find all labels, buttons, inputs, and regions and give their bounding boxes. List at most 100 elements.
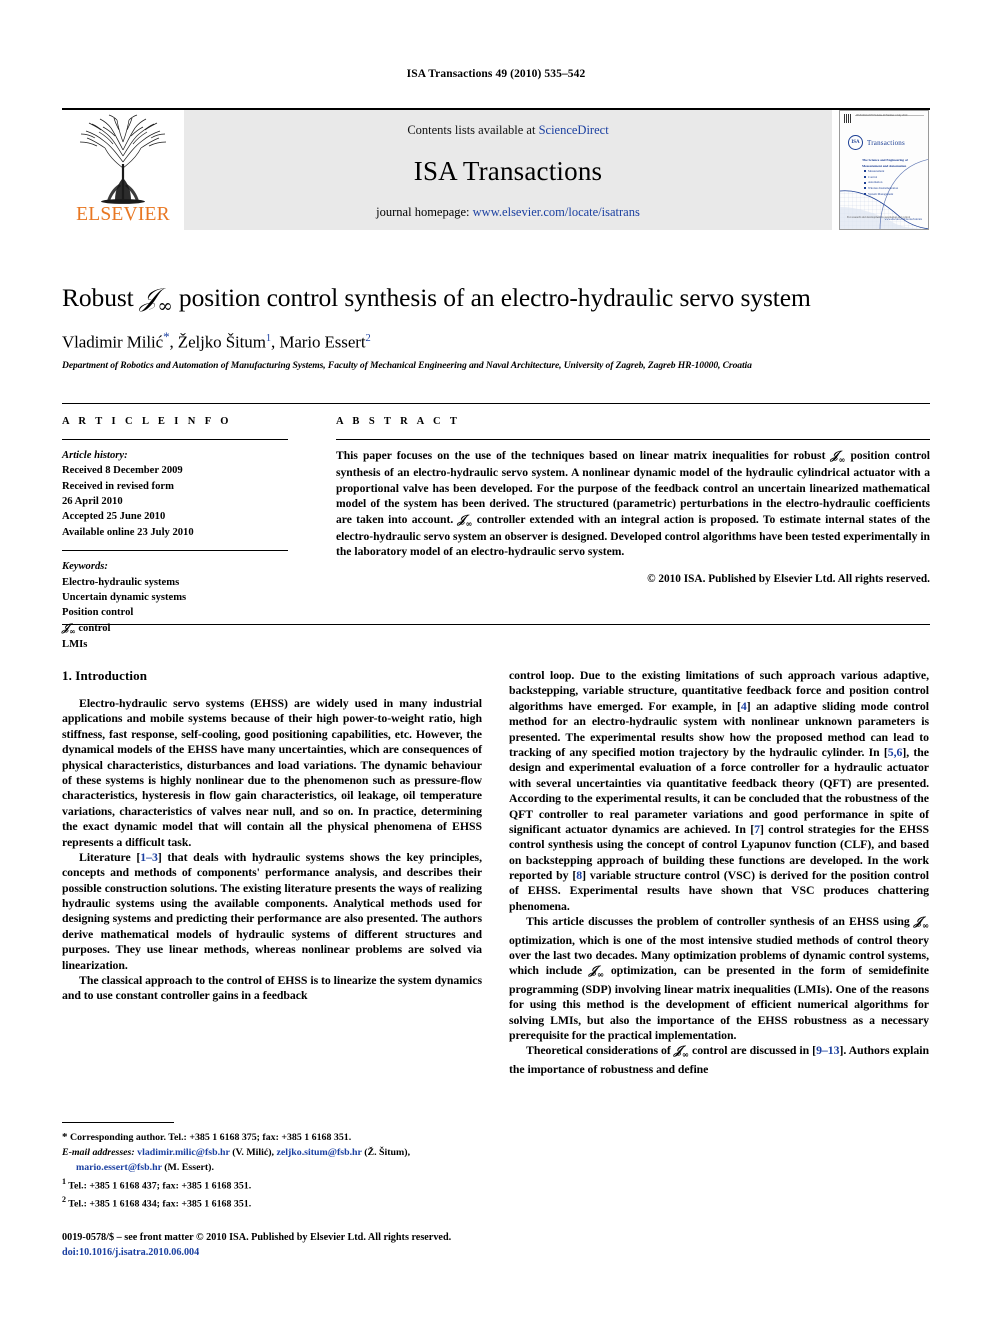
cover-subtitle: The Science and Engineering of Measureme… (862, 158, 908, 168)
citation-ref: 8 (576, 868, 583, 883)
author-mark-3[interactable]: 2 (365, 333, 370, 344)
para-part-a: This article discusses the problem of co… (526, 914, 914, 929)
keywords-block: Keywords: Electro-hydraulic systems Unce… (62, 550, 288, 652)
keyword-item: Uncertain dynamic systems (62, 591, 187, 603)
para-part-a: Theoretical considerations of (526, 1043, 674, 1058)
cover-header-text: ISSN 0019-0578 Volume 49 Number 4 July 2… (856, 114, 908, 117)
keyword-item: LMIs (62, 638, 88, 650)
article-history-item: Received 8 December 2009 (62, 465, 183, 477)
citation-ref: 7 (754, 821, 760, 836)
imprint-block: 0019-0578/$ – see front matter © 2010 IS… (62, 1231, 582, 1261)
isa-logo-icon: ISA (848, 135, 863, 150)
citation-ref: 1–3 (140, 849, 158, 864)
doi-link[interactable]: doi:10.1016/j.isatra.2010.06.004 (62, 1246, 582, 1261)
divider (62, 439, 288, 440)
author-mark-1[interactable]: * (163, 329, 170, 344)
author-name-1: Vladimir Milić (62, 332, 164, 352)
elsevier-tree-icon (79, 114, 167, 204)
keyword-item-h-infinity: 𝒥∞ control (62, 621, 111, 636)
author-name-2: Željko Šitum (177, 332, 266, 352)
body-column-left: 1. Introduction Electro-hydraulic servo … (62, 668, 482, 1077)
email-owner: (M. Essert) (164, 1161, 212, 1173)
barcode-icon (844, 114, 852, 123)
email-label: E-mail addresses: (62, 1146, 135, 1158)
intro-paragraph: Theoretical considerations of 𝒥∞ control… (509, 1043, 929, 1076)
intro-paragraph: The classical approach to the control of… (62, 973, 482, 1003)
footnote-note-1: 1 Tel.: +385 1 6168 437; fax: +385 1 616… (62, 1176, 482, 1194)
contents-prefix: Contents lists available at (407, 123, 539, 137)
intro-paragraph: This article discusses the problem of co… (509, 914, 929, 1043)
footnote-corresponding-author: * Corresponding author. Tel.: +385 1 616… (62, 1129, 482, 1146)
sciencedirect-link[interactable]: ScienceDirect (539, 123, 609, 137)
elsevier-wordmark: ELSEVIER (76, 204, 170, 225)
author-name-3: Mario Essert (279, 332, 366, 352)
citation-ref: 5,6 (887, 744, 903, 759)
contents-list-line: Contents lists available at ScienceDirec… (407, 123, 608, 138)
citation-ref: 9–13 (816, 1043, 840, 1058)
abstract-copyright: © 2010 ISA. Published by Elsevier Ltd. A… (647, 572, 930, 585)
journal-homepage-link[interactable]: www.elsevier.com/locate/isatrans (473, 205, 640, 219)
divider (336, 439, 930, 440)
footnotes-block: * Corresponding author. Tel.: +385 1 616… (62, 1122, 482, 1212)
keyword-item: Electro-hydraulic systems (62, 576, 180, 588)
masthead-right: ISSN 0019-0578 Volume 49 Number 4 July 2… (832, 110, 930, 230)
intro-paragraph: Electro-hydraulic servo systems (EHSS) a… (62, 696, 482, 849)
article-info-column: A R T I C L E I N F O Article history: R… (62, 404, 310, 650)
cover-footer-url: www.elsevier.com/locate/isatrans (884, 218, 922, 221)
footnote-emails: E-mail addresses: vladimir.milic@fsb.hr … (62, 1146, 411, 1173)
abstract-heading: A B S T R A C T (336, 416, 461, 427)
article-history-item: Received in revised form (62, 480, 174, 492)
author-list: Vladimir Milić*, Željko Šitum1, Mario Es… (62, 329, 371, 352)
author-mark-2[interactable]: 1 (266, 333, 271, 344)
intro-paragraph-continued: control loop. Due to the existing limita… (509, 668, 929, 913)
article-history-item: 26 April 2010 (62, 496, 123, 508)
footnote-mark-2: 2 (62, 1194, 66, 1204)
divider (62, 550, 288, 552)
keywords-label: Keywords: (62, 561, 108, 573)
body-column-right: control loop. Due to the existing limita… (509, 668, 929, 1077)
footnote-note-1-text: Tel.: +385 1 6168 437; fax: +385 1 6168 … (68, 1179, 252, 1191)
footnote-divider (62, 1122, 174, 1123)
article-history-item: Available online 23 July 2010 (62, 526, 194, 538)
section-heading-introduction: 1. Introduction (62, 668, 148, 683)
homepage-prefix: journal homepage: (376, 205, 473, 219)
journal-title: ISA Transactions (413, 156, 603, 186)
imprint-line: 0019-0578/$ – see front matter © 2010 IS… (62, 1232, 452, 1243)
email-owner: (Ž. Šitum) (364, 1146, 408, 1158)
citation-ref: 4 (740, 698, 747, 713)
email-owner: (V. Milić) (232, 1146, 272, 1158)
abstract-column: A B S T R A C T This paper focuses on th… (310, 404, 930, 624)
footnote-note-2-text: Tel.: +385 1 6168 434; fax: +385 1 6168 … (68, 1198, 252, 1210)
footnote-corresponding-text: Corresponding author. Tel.: +385 1 6168 … (69, 1132, 352, 1143)
info-abstract-band: A R T I C L E I N F O Article history: R… (62, 403, 930, 650)
email-link[interactable]: zeljko.situm@fsb.hr (276, 1147, 361, 1158)
title-block: Robust 𝒥∞ position control synthesis of … (62, 283, 930, 371)
email-link[interactable]: vladimir.milic@fsb.hr (137, 1147, 230, 1158)
footnote-mark-1: 1 (62, 1176, 66, 1186)
title-part-after: position control synthesis of an electro… (172, 283, 811, 312)
paper-page: ISA Transactions 49 (2010) 535–542 ELSEV… (0, 0, 992, 1323)
running-head: ISA Transactions 49 (2010) 535–542 (406, 68, 586, 80)
abstract-part-1: This paper focuses on the use of the tec… (336, 449, 831, 462)
journal-homepage-line: journal homepage: www.elsevier.com/locat… (376, 205, 640, 220)
masthead-center: Contents lists available at ScienceDirec… (184, 110, 832, 230)
cover-topics-list: Measurement Control Automation Wireless … (864, 169, 922, 197)
affiliation: Department of Robotics and Automation of… (62, 359, 752, 371)
page-title: Robust 𝒥∞ position control synthesis of … (62, 283, 930, 317)
article-history-label: Article history: (62, 450, 128, 461)
journal-masthead: ELSEVIER Contents lists available at Sci… (62, 108, 930, 230)
cover-journal-name: Transactions (867, 139, 905, 147)
title-part-before: Robust (62, 283, 140, 312)
intro-paragraph: Literature [1–3] that deals with hydraul… (62, 849, 482, 972)
elsevier-logo: ELSEVIER (62, 110, 184, 230)
email-link[interactable]: mario.essert@fsb.hr (76, 1162, 162, 1173)
article-history-item: Accepted 25 June 2010 (62, 511, 166, 523)
asterisk-icon: * (62, 1131, 68, 1143)
footnote-note-2: 2 Tel.: +385 1 6168 434; fax: +385 1 616… (62, 1194, 482, 1212)
abstract-text: This paper focuses on the use of the tec… (336, 448, 930, 559)
body-columns: 1. Introduction Electro-hydraulic servo … (62, 668, 930, 1077)
keyword-item: Position control (62, 607, 134, 619)
h-infinity-symbol: 𝒥∞ (139, 283, 173, 318)
article-info-heading: A R T I C L E I N F O (62, 416, 232, 427)
journal-cover-thumbnail: ISSN 0019-0578 Volume 49 Number 4 July 2… (839, 110, 929, 230)
